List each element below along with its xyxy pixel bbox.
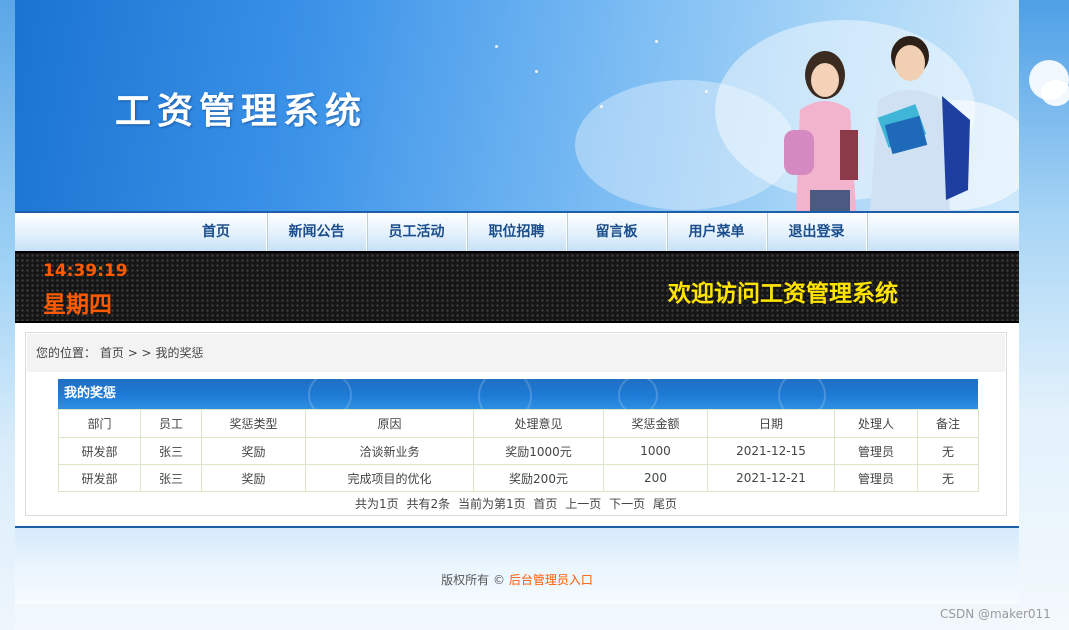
column-header: 部门	[58, 409, 141, 438]
nav-activities[interactable]: 员工活动	[367, 213, 467, 251]
students-illustration	[784, 36, 970, 211]
nav-jobs[interactable]: 职位招聘	[467, 213, 567, 251]
column-header: 员工	[140, 409, 202, 438]
breadcrumb-separator: > >	[127, 346, 152, 360]
site-banner: 工资管理系统	[15, 0, 1019, 211]
copyright-text: 版权所有 ©	[441, 573, 505, 587]
nav-news[interactable]: 新闻公告	[267, 213, 367, 251]
csdn-watermark: CSDN @maker011	[940, 607, 1051, 621]
table-header-row: 部门 员工 奖惩类型 原因 处理意见 奖惩金额 日期 处理人 备注	[58, 409, 979, 438]
pager-total-pages: 共为1页	[355, 497, 399, 511]
clock-weekday: 星期四	[43, 292, 112, 318]
content-area: 您的位置： 首页 > > 我的奖惩 我的奖惩 部门 员工 奖惩类型 原因 处理意…	[25, 332, 1007, 516]
site-title: 工资管理系统	[115, 91, 368, 132]
pager-current-page: 当前为第1页	[457, 497, 526, 511]
pager-next-link[interactable]: 下一页	[609, 497, 645, 511]
copyright-line: 版权所有 © 后台管理员入口	[15, 571, 1019, 588]
pagination: 共为1页 共有2条 当前为第1页 首页 上一页 下一页 尾页	[26, 495, 1006, 512]
nav-messageboard[interactable]: 留言板	[567, 213, 667, 251]
table-cell: 张三	[140, 437, 202, 465]
panel-header: 我的奖惩	[58, 379, 978, 409]
table-cell: 研发部	[58, 464, 141, 492]
breadcrumb: 您的位置： 首页 > > 我的奖惩	[27, 334, 1005, 372]
pager-prev-link[interactable]: 上一页	[565, 497, 601, 511]
pager-first-link[interactable]: 首页	[533, 497, 557, 511]
breadcrumb-prefix: 您的位置：	[36, 346, 97, 360]
table-cell: 管理员	[834, 464, 918, 492]
breadcrumb-current: 我的奖惩	[155, 346, 204, 360]
table-cell: 奖励	[201, 464, 306, 492]
table-cell: 2021-12-15	[707, 437, 835, 465]
table-cell: 奖励1000元	[473, 437, 604, 465]
rewards-table: 部门 员工 奖惩类型 原因 处理意见 奖惩金额 日期 处理人 备注 研发部 张三…	[58, 409, 979, 492]
table-cell: 研发部	[58, 437, 141, 465]
table-cell: 张三	[140, 464, 202, 492]
table-cell: 完成项目的优化	[305, 464, 474, 492]
nav-user-menu[interactable]: 用户菜单	[667, 213, 767, 251]
admin-entry-link[interactable]: 后台管理员入口	[509, 573, 593, 587]
column-header: 奖惩类型	[201, 409, 306, 438]
column-header: 备注	[917, 409, 979, 438]
pager-total-records: 共有2条	[406, 497, 451, 511]
table-row: 研发部 张三 奖励 完成项目的优化 奖励200元 200 2021-12-21 …	[58, 464, 979, 492]
clock-time: 14:39:19	[43, 261, 128, 281]
pager-last-link[interactable]: 尾页	[653, 497, 677, 511]
breadcrumb-home-link[interactable]: 首页	[100, 346, 124, 360]
table-row: 研发部 张三 奖励 洽谈新业务 奖励1000元 1000 2021-12-15 …	[58, 437, 979, 465]
welcome-marquee: 欢迎访问工资管理系统	[668, 281, 898, 307]
page-container: 工资管理系统 首页 新闻公告 员工活动 职位招聘 留言板 用户菜单 退出登录 1…	[15, 0, 1019, 604]
table-cell: 洽谈新业务	[305, 437, 474, 465]
table-cell: 无	[917, 437, 979, 465]
table-cell: 200	[603, 464, 708, 492]
column-header: 处理人	[834, 409, 918, 438]
column-header: 奖惩金额	[603, 409, 708, 438]
table-cell: 奖励	[201, 437, 306, 465]
right-background-decoration	[1019, 0, 1069, 630]
site-footer: 版权所有 © 后台管理员入口	[15, 526, 1019, 604]
nav-home[interactable]: 首页	[166, 213, 267, 251]
column-header: 原因	[305, 409, 474, 438]
left-background-decoration	[0, 0, 15, 630]
table-cell: 管理员	[834, 437, 918, 465]
panel-title: 我的奖惩	[64, 386, 117, 401]
led-display-bar: 14:39:19 星期四 欢迎访问工资管理系统	[15, 251, 1019, 323]
table-cell: 无	[917, 464, 979, 492]
main-navigation: 首页 新闻公告 员工活动 职位招聘 留言板 用户菜单 退出登录	[15, 211, 1019, 251]
table-cell: 1000	[603, 437, 708, 465]
nav-logout[interactable]: 退出登录	[767, 213, 867, 251]
column-header: 处理意见	[473, 409, 604, 438]
table-cell: 2021-12-21	[707, 464, 835, 492]
column-header: 日期	[707, 409, 835, 438]
table-cell: 奖励200元	[473, 464, 604, 492]
